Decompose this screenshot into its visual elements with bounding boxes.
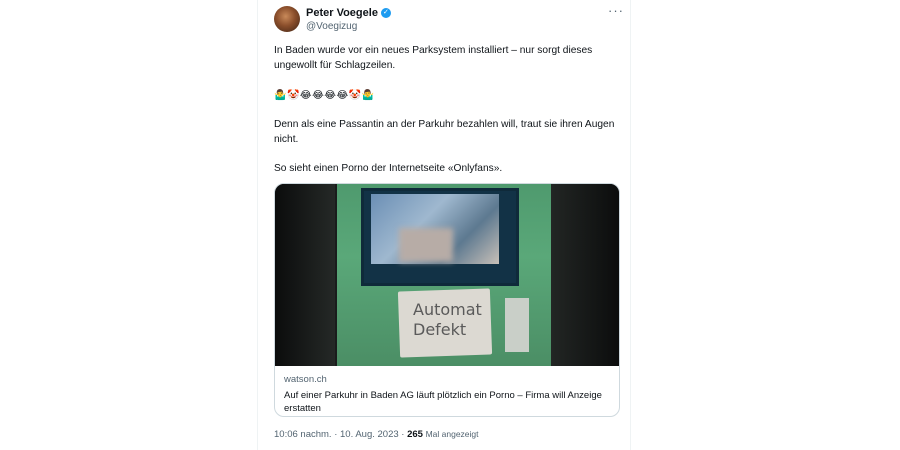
views-count[interactable]: 265 [407,429,423,440]
tweet-text-paragraph-3: So sieht einen Porno der Internetseite «… [274,163,503,174]
defect-sign-text: Automat Defekt [413,300,482,339]
link-domain: watson.ch [284,374,327,385]
author-name-row[interactable]: Peter Voegele ✓ [306,6,391,20]
tweet-text-paragraph-1: In Baden wurde vor ein neues Parksystem … [274,45,593,71]
author-name[interactable]: Peter Voegele [306,6,378,20]
link-preview-image[interactable]: Automat Defekt [275,184,619,366]
image-background-right [551,184,619,366]
avatar[interactable] [274,6,300,32]
coin-slot-panel [505,298,529,352]
tweet-timestamp[interactable]: 10:06 nachm. · 10. Aug. 2023 · [274,429,404,440]
tweet-text-paragraph-2: Denn als eine Passantin an der Parkuhr b… [274,119,615,145]
tweet-meta: 10:06 nachm. · 10. Aug. 2023 · 265 Mal a… [274,428,479,441]
verified-badge-icon: ✓ [380,8,391,18]
image-background-left [275,184,335,366]
link-headline: Auf einer Parkuhr in Baden AG läuft plöt… [284,390,602,414]
tweet-card: Peter Voegele ✓ @Voegizug ··· In Baden w… [257,0,631,450]
tweet-emoji-line: 🤷‍♂️🤡😂😂😂😂🤡🤷‍♂️ [274,90,375,101]
blurred-region [399,228,453,262]
more-options-icon[interactable]: ··· [608,4,624,17]
views-label: Mal angezeigt [425,429,479,439]
link-preview-card[interactable]: Automat Defekt watson.ch Auf einer Parku… [274,183,620,417]
link-preview-info[interactable]: watson.ch Auf einer Parkuhr in Baden AG … [275,366,619,416]
author-handle[interactable]: @Voegizug [306,20,357,33]
